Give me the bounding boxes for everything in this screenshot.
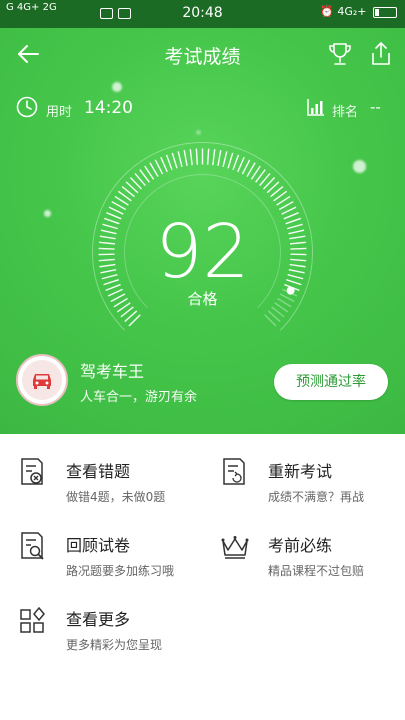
time-used-label: 用时 bbox=[46, 105, 73, 120]
gauge-tick bbox=[171, 152, 178, 169]
gauge-tick bbox=[227, 152, 234, 169]
brand-name: 驾考车王 bbox=[80, 362, 145, 381]
menu-item-title: 考前必练 bbox=[268, 536, 333, 555]
gauge-tick bbox=[237, 156, 245, 173]
pass-status: 合格 bbox=[187, 290, 218, 308]
crown-icon bbox=[221, 536, 249, 559]
brand-avatar bbox=[16, 354, 68, 406]
gauge-tick bbox=[278, 201, 294, 211]
decor-bubble bbox=[353, 160, 366, 173]
gauge-tick bbox=[241, 159, 251, 175]
time-used-value: 14:20 bbox=[84, 98, 133, 118]
result-header: G 4G+ 2G 20:48 ⏰ 4G₂+ 考试成绩 用时 14:20 排名 -… bbox=[0, 0, 405, 434]
gauge-tick bbox=[212, 149, 216, 166]
action-menu: 查看错题 做错4题，未做0题 重新考试 成绩不满意？再战 回顾试卷 路况题要多加… bbox=[0, 434, 405, 720]
battery-icon bbox=[373, 6, 397, 18]
brand-slogan: 人车合一，游刃有余 bbox=[80, 390, 198, 405]
rank-label: 排名 bbox=[332, 105, 359, 120]
menu-item-see-more[interactable]: 查看更多 更多精彩为您呈现 bbox=[18, 592, 218, 652]
menu-item-subtitle: 做错4题，未做0题 bbox=[66, 490, 166, 504]
menu-item-review-paper[interactable]: 回顾试卷 路况题要多加练习哦 bbox=[18, 518, 218, 578]
car-icon bbox=[33, 374, 51, 389]
clock-icon bbox=[16, 96, 38, 118]
menu-item-subtitle: 更多精彩为您呈现 bbox=[66, 638, 163, 652]
menu-item-title: 重新考试 bbox=[268, 462, 333, 481]
gauge-tick bbox=[154, 159, 164, 175]
rank-chart-icon bbox=[307, 99, 324, 116]
exam-score: 92 bbox=[155, 209, 250, 295]
gauge-tick bbox=[195, 148, 199, 165]
menu-item-pre-exam-practice[interactable]: 考前必练 精品课程不过包赔 bbox=[220, 518, 405, 578]
alarm-icon: ⏰ bbox=[320, 5, 334, 18]
trophy-icon[interactable] bbox=[326, 40, 354, 68]
gauge-tick bbox=[189, 149, 193, 166]
gauge-tick bbox=[183, 149, 188, 166]
wrong-questions-icon bbox=[21, 458, 43, 485]
status-bar: G 4G+ 2G 20:48 ⏰ 4G₂+ bbox=[0, 0, 405, 28]
rank-value: -- bbox=[370, 98, 381, 116]
menu-item-title: 回顾试卷 bbox=[66, 536, 131, 555]
menu-item-subtitle: 精品课程不过包赔 bbox=[268, 564, 365, 578]
network-label: 4G₂+ bbox=[337, 5, 367, 18]
gauge-tick bbox=[232, 154, 240, 171]
menu-item-wrong-questions[interactable]: 查看错题 做错4题，未做0题 bbox=[18, 444, 218, 504]
predict-pass-rate-button[interactable]: 预测通过率 bbox=[274, 364, 388, 400]
gauge-tick bbox=[177, 151, 183, 168]
status-right: ⏰ 4G₂+ bbox=[320, 5, 397, 18]
menu-item-subtitle: 路况题要多加练习哦 bbox=[66, 564, 175, 578]
menu-item-title: 查看更多 bbox=[66, 610, 131, 629]
decor-bubble bbox=[112, 82, 122, 92]
gauge-tick bbox=[111, 201, 127, 211]
nav-bar: 考试成绩 bbox=[0, 28, 405, 80]
menu-item-retake-exam[interactable]: 重新考试 成绩不满意？再战 bbox=[220, 444, 405, 504]
more-grid-icon bbox=[20, 606, 45, 633]
gauge-tick bbox=[165, 154, 173, 171]
retake-exam-icon bbox=[223, 458, 245, 485]
menu-item-title: 查看错题 bbox=[66, 462, 131, 481]
decor-bubble bbox=[196, 130, 201, 135]
gauge-tick bbox=[217, 149, 222, 166]
review-paper-icon bbox=[21, 532, 44, 560]
menu-item-subtitle: 成绩不满意？再战 bbox=[268, 490, 365, 504]
gauge-tick bbox=[160, 156, 168, 173]
avatar-background bbox=[22, 360, 62, 400]
exam-info-row: 用时 14:20 排名 -- bbox=[0, 92, 405, 124]
gauge-tick bbox=[222, 151, 228, 168]
gauge-tick bbox=[206, 148, 210, 165]
share-icon[interactable] bbox=[368, 40, 394, 68]
